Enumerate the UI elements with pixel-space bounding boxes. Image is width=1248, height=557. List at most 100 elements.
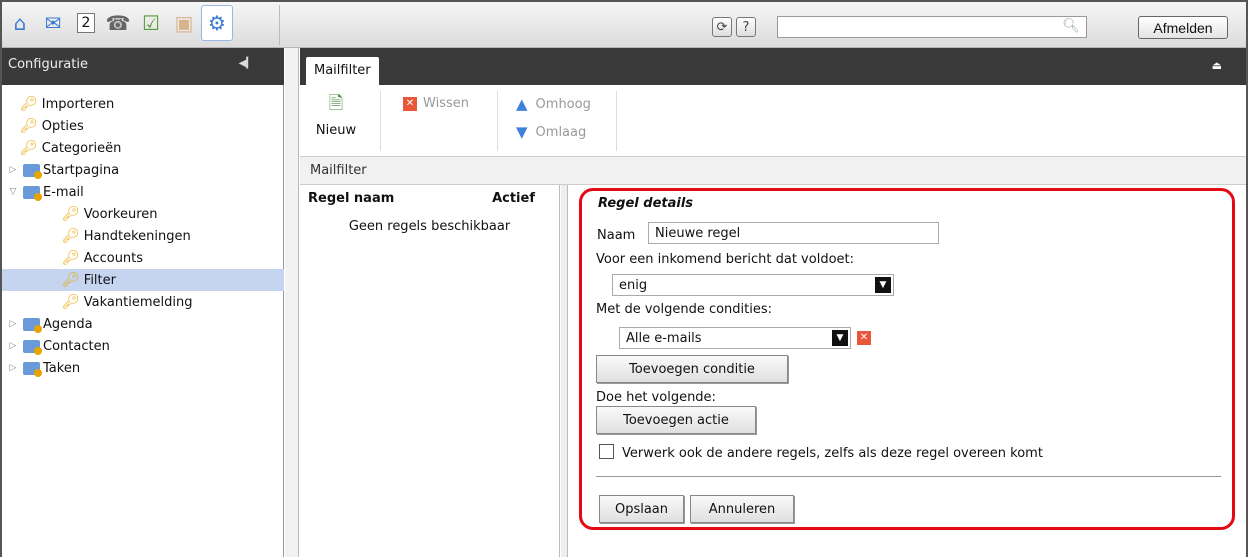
condition-select-value: Alle e-mails [626,331,702,346]
contacts-icon[interactable]: ☎ [102,5,134,41]
key-icon: 🔑︎ [62,228,80,244]
key-icon: 🔑︎ [62,250,80,266]
key-icon: 🔑︎ [62,272,80,288]
divider [497,91,498,151]
column-header-active[interactable]: Actief [492,191,535,209]
toolbar: 🗎︎ Nieuw ✕ Wissen ▲ Omhoog ▼ Omlaag [300,85,1246,157]
move-up-button[interactable]: ▲ Omhoog [516,95,591,113]
cancel-button[interactable]: Annuleren [690,495,794,523]
tasks-icon[interactable]: ☑ [135,5,167,41]
sidebar-item-label: Contacten [43,338,110,354]
chevron-down-icon: ▼ [875,277,891,293]
calendar-icon[interactable]: 2 [77,13,95,33]
column-header-name[interactable]: Regel naam [308,191,394,209]
delete-label: Wissen [423,96,469,111]
new-button[interactable]: 🗎︎ Nieuw [306,91,366,138]
refresh-icon[interactable]: ⟳ [712,17,732,37]
sidebar-item-opties[interactable]: 🔑︎ Opties [2,115,284,137]
folder-icon [23,339,42,355]
sidebar-item-taken[interactable]: ▷ Taken [2,357,284,379]
new-label: Nieuw [315,123,357,138]
help-icon[interactable]: ? [736,17,756,37]
eject-icon[interactable]: ⏏ [1212,59,1222,72]
tab-bar: Mailfilter ⏏ [300,48,1246,85]
rule-name-input[interactable]: Nieuwe regel [648,222,939,244]
panel-splitter[interactable] [285,48,299,557]
sidebar-item-handtekeningen[interactable]: 🔑︎ Handtekeningen [2,225,284,247]
chevron-right-icon[interactable]: ▷ [7,363,19,373]
add-condition-button[interactable]: Toevoegen conditie [596,355,788,383]
settings-icon[interactable]: ⚙ [201,5,233,41]
sidebar-item-accounts[interactable]: 🔑︎ Accounts [2,247,284,269]
left-panel-header: Configuratie ◀▎ [2,48,284,85]
folder-icon [23,361,42,377]
match-label: Voor een inkomend bericht dat voldoet: [596,252,855,267]
search-icon[interactable]: 🔍︎ [1062,18,1080,34]
app-switcher: ⌂ ✉ 2 ☎ ☑ ▣ ⚙ [4,5,234,45]
sidebar-item-label: Voorkeuren [83,206,158,222]
folder-icon [23,317,42,333]
match-select-value: enig [619,278,648,293]
move-down-label: Omlaag [535,124,587,140]
folder-icon [23,163,42,179]
arrow-up-icon: ▲ [516,95,528,113]
actions-label: Doe het volgende: [596,390,716,405]
continue-processing-checkbox[interactable] [599,444,614,459]
collapse-left-icon[interactable]: ◀▎ [239,58,254,69]
condition-select[interactable]: Alle e-mails ▼ [619,327,851,349]
key-icon: 🔑︎ [20,140,38,156]
rule-list: Regel naam Actief Geen regels beschikbaa… [300,185,560,557]
folder-icon [23,185,42,201]
conditions-label: Met de volgende condities: [596,302,773,317]
sidebar-item-label: Taken [43,360,81,376]
sidebar-item-voorkeuren[interactable]: 🔑︎ Voorkeuren [2,203,284,225]
mail-icon[interactable]: ✉ [37,5,69,41]
delete-button[interactable]: ✕ Wissen [403,96,469,111]
divider [596,476,1221,477]
divider [380,91,381,151]
continue-processing-label: Verwerk ook de andere regels, zelfs als … [622,446,1043,461]
home-icon[interactable]: ⌂ [4,5,36,41]
search-input[interactable]: 🔍︎ [777,16,1087,38]
panel-splitter[interactable] [561,185,568,557]
sidebar-item-label: Accounts [83,250,144,266]
tab-mailfilter[interactable]: Mailfilter [306,57,379,85]
arrow-down-icon: ▼ [516,123,528,141]
divider [616,91,617,151]
sidebar-item-vakantiemelding[interactable]: 🔑︎ Vakantiemelding [2,291,284,313]
move-down-button[interactable]: ▼ Omlaag [516,123,586,141]
add-action-button[interactable]: Toevoegen actie [596,406,756,434]
save-button[interactable]: Opslaan [599,495,684,523]
sidebar-item-label: Filter [83,272,116,288]
new-document-icon: 🗎︎ [328,93,344,114]
chevron-right-icon[interactable]: ▷ [7,341,19,351]
sidebar-item-label: Opties [41,118,84,134]
chevron-right-icon[interactable]: ▷ [7,319,19,329]
briefcase-icon[interactable]: ▣ [168,5,200,41]
chevron-down-icon[interactable]: ▽ [7,187,19,197]
divider [279,5,280,45]
sidebar-item-contacten[interactable]: ▷ Contacten [2,335,284,357]
rule-list-header: Regel naam Actief [300,185,559,209]
sidebar-item-e-mail[interactable]: ▽ E-mail [2,181,284,203]
sidebar-item-agenda[interactable]: ▷ Agenda [2,313,284,335]
sidebar-item-label: Handtekeningen [83,228,191,244]
sidebar-item-importeren[interactable]: 🔑︎ Importeren [2,93,284,115]
sidebar-item-filter[interactable]: 🔑︎ Filter [2,269,284,291]
logout-button[interactable]: Afmelden [1138,16,1228,39]
delete-icon: ✕ [403,96,417,111]
sidebar-item-label: Vakantiemelding [83,294,193,310]
sidebar-item-label: Agenda [43,316,93,332]
sidebar-item-startpagina[interactable]: ▷ Startpagina [2,159,284,181]
match-select[interactable]: enig ▼ [612,274,894,296]
chevron-down-icon: ▼ [832,330,848,346]
sidebar-item-label: Startpagina [43,162,120,178]
breadcrumb: Mailfilter [300,157,1246,185]
sidebar-item-categorie-n[interactable]: 🔑︎ Categorieën [2,137,284,159]
left-panel-title: Configuratie [8,57,88,72]
name-label: Naam [597,228,636,243]
config-tree-panel: 🔑︎ Importeren 🔑︎ Opties 🔑︎ Categorieën ▷ Startp… [2,85,284,557]
chevron-right-icon[interactable]: ▷ [7,165,19,175]
remove-condition-icon[interactable]: ✕ [857,331,871,345]
sidebar-item-label: Importeren [41,96,115,112]
